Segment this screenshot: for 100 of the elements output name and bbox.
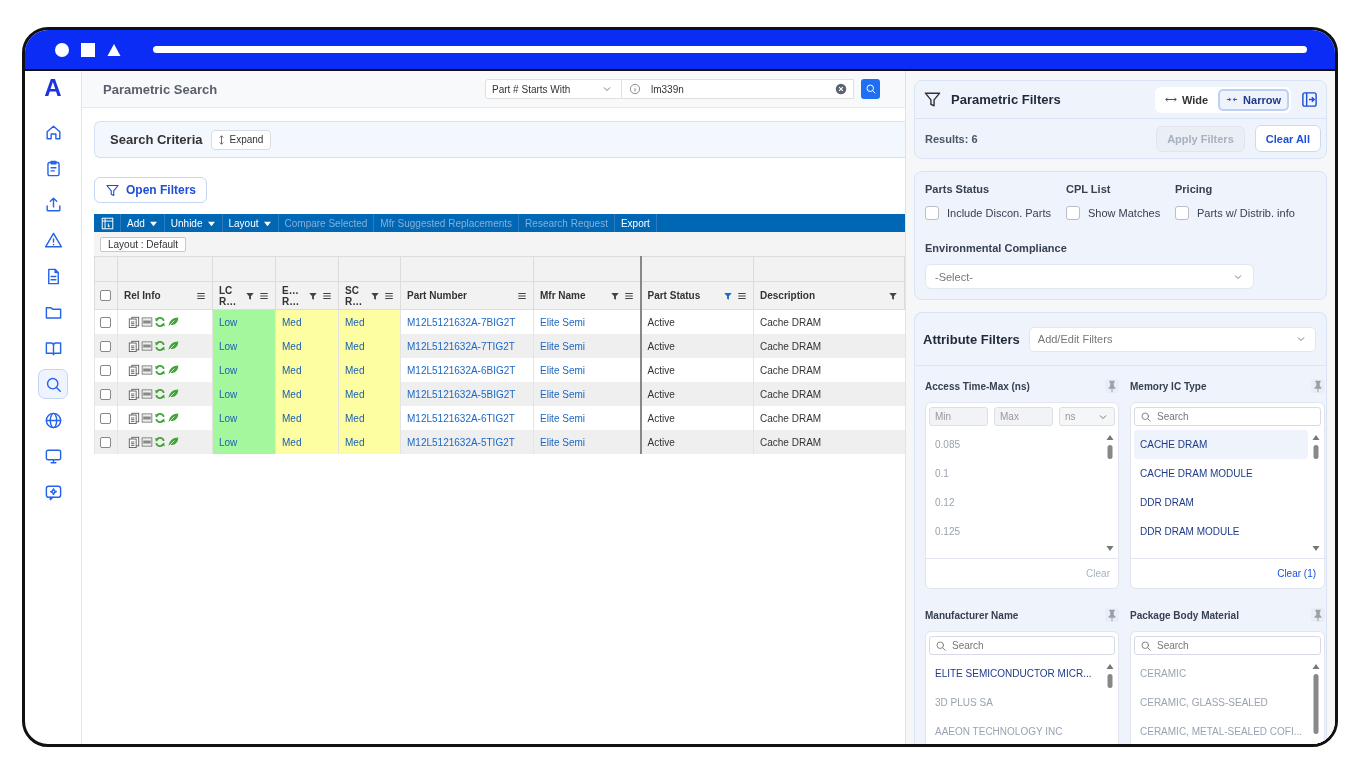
menu-icon[interactable] [259,290,269,301]
filter-option[interactable]: DDR DRAM MODULE [1134,517,1309,546]
open-filters-button[interactable]: Open Filters [94,177,207,203]
copy-icon[interactable] [128,316,140,328]
grid-icon[interactable] [100,216,114,230]
width-option[interactable]: Narrow [1218,88,1289,111]
refresh-icon[interactable] [154,316,166,328]
column-header[interactable]: Mfr Name [533,281,641,310]
copy-icon[interactable] [128,388,140,400]
refresh-icon[interactable] [154,412,166,424]
logo[interactable]: A [44,74,62,102]
collapse-panel-icon[interactable] [1301,91,1318,108]
menu-icon[interactable] [737,290,747,301]
filter-option[interactable]: DDR DRAM [1134,488,1309,517]
document-icon[interactable] [141,340,153,352]
layout-tag[interactable]: Layout : Default [100,236,187,252]
search-icon [864,83,877,95]
filter-option[interactable]: ELITE SEMICONDUCTOR MICR... [929,659,1102,688]
document-icon[interactable] [141,364,153,376]
table-link[interactable]: M12L5121632A-6TIG2T [407,412,515,424]
menu-icon[interactable] [384,290,394,301]
column-header[interactable]: E… R… [275,281,339,310]
search-field[interactable]: lm339n [622,79,854,99]
select-all-checkbox[interactable] [100,290,111,301]
clear-button[interactable]: Clear (1) [1277,568,1317,579]
triangle-icon [107,42,121,57]
table-link[interactable]: Elite Semi [540,412,585,424]
table-cell: Cache DRAM [753,382,905,406]
copy-icon[interactable] [128,436,140,448]
search-icon[interactable] [38,369,68,399]
pin-icon[interactable] [1105,608,1119,622]
document-icon[interactable] [141,388,153,400]
search-mode-dropdown[interactable]: Part # Starts With [485,79,622,99]
search-button[interactable] [861,79,880,99]
search-field[interactable]: Search [1134,407,1322,426]
filter-icon[interactable] [370,290,380,301]
filter-icon[interactable] [888,290,898,301]
row-checkbox[interactable] [100,412,111,424]
results-count: Results: 6 [925,132,978,145]
leaf-icon[interactable] [167,388,179,400]
copy-icon[interactable] [128,364,140,376]
add-filters-dropdown[interactable]: Add/Edit Filters [1028,326,1316,352]
table-link[interactable]: Elite Semi [540,364,585,376]
refresh-icon[interactable] [154,364,166,376]
filter-option[interactable]: CACHE DRAM [1134,430,1309,459]
clear-icon[interactable] [835,83,847,95]
leaf-icon[interactable] [167,412,179,424]
table-link[interactable]: M12L5121632A-7BIG2T [407,316,516,328]
column-header[interactable]: Part Number [400,281,534,310]
filter-icon[interactable] [723,290,733,301]
menu-icon[interactable] [517,290,527,301]
column-header[interactable]: LC R… [212,281,276,310]
pin-icon[interactable] [1105,379,1119,393]
compliance-dropdown[interactable]: -Select- [925,264,1254,289]
refresh-icon[interactable] [154,388,166,400]
table-cell: Active [640,334,754,358]
menu-icon[interactable] [322,290,332,301]
filter-icon[interactable] [308,290,318,301]
leaf-icon[interactable] [167,316,179,328]
column-header[interactable]: Rel Info [117,281,213,310]
table-link[interactable]: M12L5121632A-6BIG2T [407,364,516,376]
scrollbar[interactable] [1312,433,1321,553]
clear-all-button[interactable]: Clear All [1254,125,1321,152]
width-option[interactable]: Wide [1156,88,1217,111]
risk-cell: Med [275,382,339,406]
table-link[interactable]: Elite Semi [540,316,585,328]
filter-option[interactable]: CACHE DRAM MODULE [1134,459,1309,488]
column-header[interactable]: Description [753,281,905,310]
leaf-icon[interactable] [167,364,179,376]
refresh-icon[interactable] [154,436,166,448]
pin-icon[interactable] [1311,379,1326,393]
checkbox-option[interactable]: Show Matches [1066,206,1175,220]
column-header[interactable]: SC R… [338,281,401,310]
filter-icon[interactable] [245,290,255,301]
menu-icon[interactable] [196,290,206,301]
search-icon [1140,639,1152,652]
row-checkbox[interactable] [100,388,111,400]
expand-button[interactable]: Expand [210,129,272,150]
search-field[interactable]: Search [929,636,1115,655]
row-checkbox[interactable] [100,436,111,448]
row-checkbox[interactable] [100,364,111,376]
leaf-icon[interactable] [167,340,179,352]
leaf-icon[interactable] [167,436,179,448]
filter-icon[interactable] [609,290,620,301]
copy-icon[interactable] [128,412,140,424]
document-icon[interactable] [141,436,153,448]
copy-icon[interactable] [128,340,140,352]
document-icon[interactable] [141,316,153,328]
checkbox-option[interactable]: Include Discon. Parts [925,206,1066,220]
refresh-icon[interactable] [154,340,166,352]
column-header[interactable]: Part Status [640,281,754,310]
row-checkbox[interactable] [100,340,111,352]
section-title: Search Criteria [110,132,203,147]
scrollbar[interactable] [1106,433,1114,553]
menu-icon[interactable] [623,290,634,301]
row-checkbox[interactable] [100,316,111,328]
document-icon[interactable] [141,412,153,424]
checkbox-option[interactable]: Parts w/ Distrib. info [1175,206,1316,220]
pin-icon[interactable] [1311,608,1326,622]
search-field[interactable]: Search [1134,636,1322,655]
